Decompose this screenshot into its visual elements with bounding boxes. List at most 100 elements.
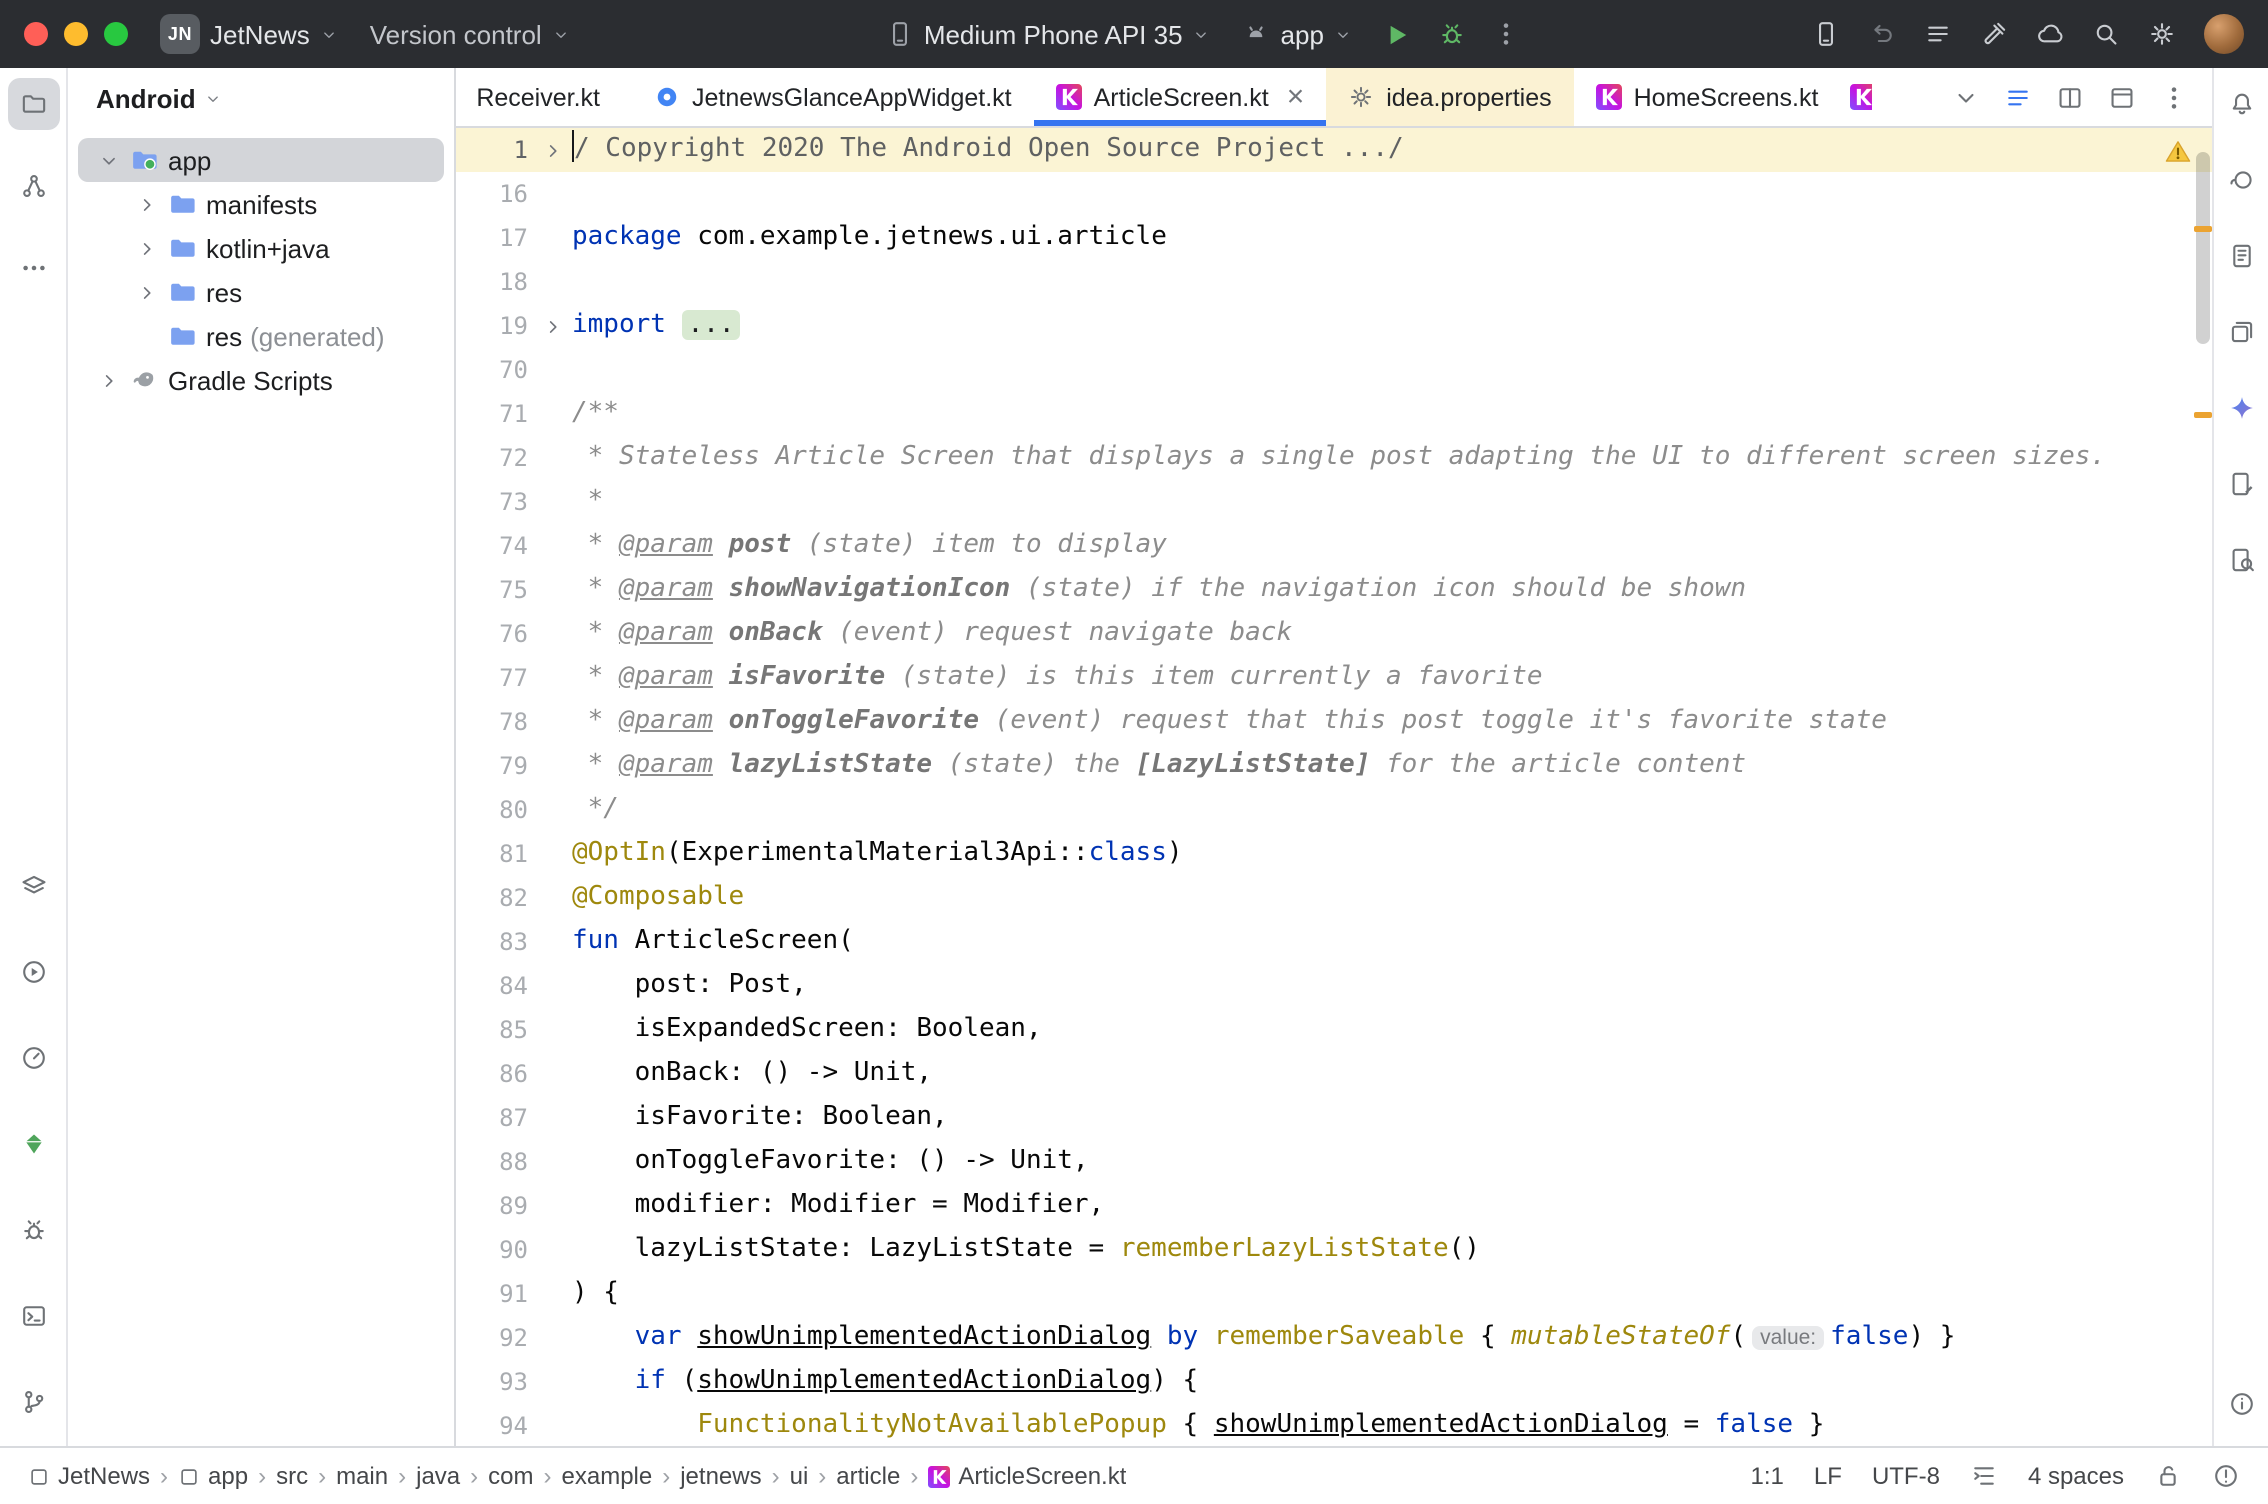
minimize-window-button[interactable] bbox=[64, 22, 88, 46]
code-line-92[interactable]: 92 var showUnimplementedActionDialog by … bbox=[456, 1316, 2212, 1360]
code-line-70[interactable]: 70 bbox=[456, 348, 2212, 392]
line-number[interactable]: 74 bbox=[456, 524, 532, 568]
code-line-90[interactable]: 90 lazyListState: LazyListState = rememb… bbox=[456, 1228, 2212, 1272]
more-tool-windows-icon[interactable] bbox=[7, 242, 59, 294]
line-number[interactable]: 79 bbox=[456, 744, 532, 788]
app-quality-insights-icon[interactable] bbox=[7, 1118, 59, 1170]
chevron-down-icon[interactable] bbox=[94, 149, 124, 171]
editor-list-view-icon[interactable] bbox=[2004, 83, 2032, 111]
run-config-selector[interactable]: app bbox=[1243, 19, 1352, 49]
gemini-icon[interactable] bbox=[2217, 384, 2265, 432]
editor-scrollbar[interactable] bbox=[2196, 152, 2210, 344]
unlock-icon[interactable] bbox=[2154, 1462, 2182, 1490]
close-tab-icon[interactable]: × bbox=[1287, 82, 1305, 112]
editor-more-icon[interactable] bbox=[2160, 83, 2188, 111]
code-line-18[interactable]: 18 bbox=[456, 260, 2212, 304]
code-line-91[interactable]: 91) { bbox=[456, 1272, 2212, 1316]
back-icon[interactable] bbox=[1868, 20, 1896, 48]
code-line-82[interactable]: 82@Composable bbox=[456, 876, 2212, 920]
problems-icon[interactable] bbox=[2217, 1380, 2265, 1428]
line-number[interactable]: 19 bbox=[456, 304, 532, 348]
code-line-94[interactable]: 94 FunctionalityNotAvailablePopup { show… bbox=[456, 1404, 2212, 1446]
code-line-80[interactable]: 80 */ bbox=[456, 788, 2212, 832]
inspections-widget[interactable] bbox=[2164, 138, 2192, 174]
line-number[interactable]: 78 bbox=[456, 700, 532, 744]
build-icon[interactable] bbox=[1980, 20, 2008, 48]
code-line-86[interactable]: 86 onBack: () -> Unit, bbox=[456, 1052, 2212, 1096]
breadcrumb-java[interactable]: java bbox=[416, 1462, 460, 1490]
tree-item-manifests[interactable]: manifests bbox=[78, 182, 444, 226]
project-widget[interactable]: JN JetNews bbox=[160, 14, 338, 54]
device-manager-window-icon[interactable] bbox=[2217, 308, 2265, 356]
find-window-icon[interactable] bbox=[2217, 536, 2265, 584]
code-line-72[interactable]: 72 * Stateless Article Screen that displ… bbox=[456, 436, 2212, 480]
caret-position[interactable]: 1:1 bbox=[1751, 1462, 1784, 1490]
line-number[interactable]: 80 bbox=[456, 788, 532, 832]
breadcrumb-com[interactable]: com bbox=[488, 1462, 533, 1490]
tree-item-app[interactable]: app bbox=[78, 138, 444, 182]
project-view-selector[interactable]: Android bbox=[68, 68, 454, 128]
editor-tab-articlescreen-kt[interactable]: ArticleScreen.kt× bbox=[1034, 68, 1327, 126]
search-everywhere-icon[interactable] bbox=[2092, 20, 2120, 48]
code-line-83[interactable]: 83fun ArticleScreen( bbox=[456, 920, 2212, 964]
breadcrumb-article[interactable]: article bbox=[836, 1462, 900, 1490]
line-number[interactable]: 75 bbox=[456, 568, 532, 612]
breadcrumb-example[interactable]: example bbox=[562, 1462, 653, 1490]
hidden-tabs-icon[interactable] bbox=[1952, 83, 1980, 111]
line-number[interactable]: 81 bbox=[456, 832, 532, 876]
code-line-16[interactable]: 16 bbox=[456, 172, 2212, 216]
code-line-79[interactable]: 79 * @param lazyListState (state) the [L… bbox=[456, 744, 2212, 788]
chevron-right-icon[interactable] bbox=[94, 369, 124, 391]
line-number[interactable]: 83 bbox=[456, 920, 532, 964]
sync-project-icon[interactable] bbox=[2036, 20, 2064, 48]
line-number[interactable]: 89 bbox=[456, 1184, 532, 1228]
breadcrumb-jetnews[interactable]: jetnews bbox=[680, 1462, 761, 1490]
line-ending[interactable]: LF bbox=[1814, 1462, 1842, 1490]
editor-tab-homescreens-kt[interactable]: HomeScreens.kt bbox=[1574, 68, 1841, 126]
code-line-89[interactable]: 89 modifier: Modifier = Modifier, bbox=[456, 1184, 2212, 1228]
more-run-actions-icon[interactable] bbox=[1492, 20, 1520, 48]
fold-marker-icon[interactable] bbox=[532, 304, 572, 348]
line-number[interactable]: 77 bbox=[456, 656, 532, 700]
line-number[interactable]: 72 bbox=[456, 436, 532, 480]
line-number[interactable]: 85 bbox=[456, 1008, 532, 1052]
line-number[interactable]: 70 bbox=[456, 348, 532, 392]
code-line-87[interactable]: 87 isFavorite: Boolean, bbox=[456, 1096, 2212, 1140]
settings-icon[interactable] bbox=[2148, 20, 2176, 48]
version-control-tool-icon[interactable] bbox=[7, 1376, 59, 1428]
breadcrumb-articlescreen-kt[interactable]: ArticleScreen.kt bbox=[928, 1462, 1126, 1490]
editor-tab-receiver-kt[interactable]: Receiver.kt bbox=[456, 68, 632, 126]
terminal-icon[interactable] bbox=[7, 1290, 59, 1342]
run-button[interactable] bbox=[1382, 19, 1412, 49]
line-number[interactable]: 92 bbox=[456, 1316, 532, 1360]
code-line-75[interactable]: 75 * @param showNavigationIcon (state) i… bbox=[456, 568, 2212, 612]
encoding[interactable]: UTF-8 bbox=[1872, 1462, 1940, 1490]
code-line-81[interactable]: 81@OptIn(ExperimentalMaterial3Api::class… bbox=[456, 832, 2212, 876]
code-line-19[interactable]: 19import ... bbox=[456, 304, 2212, 348]
tree-item-kotlin-java[interactable]: kotlin+java bbox=[78, 226, 444, 270]
editor-tab-idea-properties[interactable]: idea.properties bbox=[1326, 68, 1573, 126]
breadcrumb-main[interactable]: main bbox=[336, 1462, 388, 1490]
code-editor[interactable]: 1/ Copyright 2020 The Android Open Sourc… bbox=[456, 128, 2212, 1446]
editor-tab-overflow[interactable] bbox=[1840, 68, 1872, 126]
line-number[interactable]: 71 bbox=[456, 392, 532, 436]
notifications-icon[interactable] bbox=[2217, 80, 2265, 128]
line-number[interactable]: 18 bbox=[456, 260, 532, 304]
line-number[interactable]: 84 bbox=[456, 964, 532, 1008]
code-line-17[interactable]: 17package com.example.jetnews.ui.article bbox=[456, 216, 2212, 260]
user-avatar[interactable] bbox=[2204, 14, 2244, 54]
running-devices-window-icon[interactable] bbox=[2217, 460, 2265, 508]
tree-item-res-generated[interactable]: res(generated) bbox=[78, 314, 444, 358]
line-number[interactable]: 73 bbox=[456, 480, 532, 524]
line-number[interactable]: 82 bbox=[456, 876, 532, 920]
line-number[interactable]: 94 bbox=[456, 1404, 532, 1446]
debug-button[interactable] bbox=[1438, 20, 1466, 48]
profiler-icon[interactable] bbox=[7, 1032, 59, 1084]
vcs-widget[interactable]: Version control bbox=[370, 19, 570, 49]
line-number[interactable]: 17 bbox=[456, 216, 532, 260]
split-editor-icon[interactable] bbox=[2056, 83, 2084, 111]
indent-setting[interactable]: 4 spaces bbox=[2028, 1462, 2124, 1490]
code-line-84[interactable]: 84 post: Post, bbox=[456, 964, 2212, 1008]
code-line-1[interactable]: 1/ Copyright 2020 The Android Open Sourc… bbox=[456, 128, 2212, 172]
running-devices-icon[interactable] bbox=[7, 946, 59, 998]
